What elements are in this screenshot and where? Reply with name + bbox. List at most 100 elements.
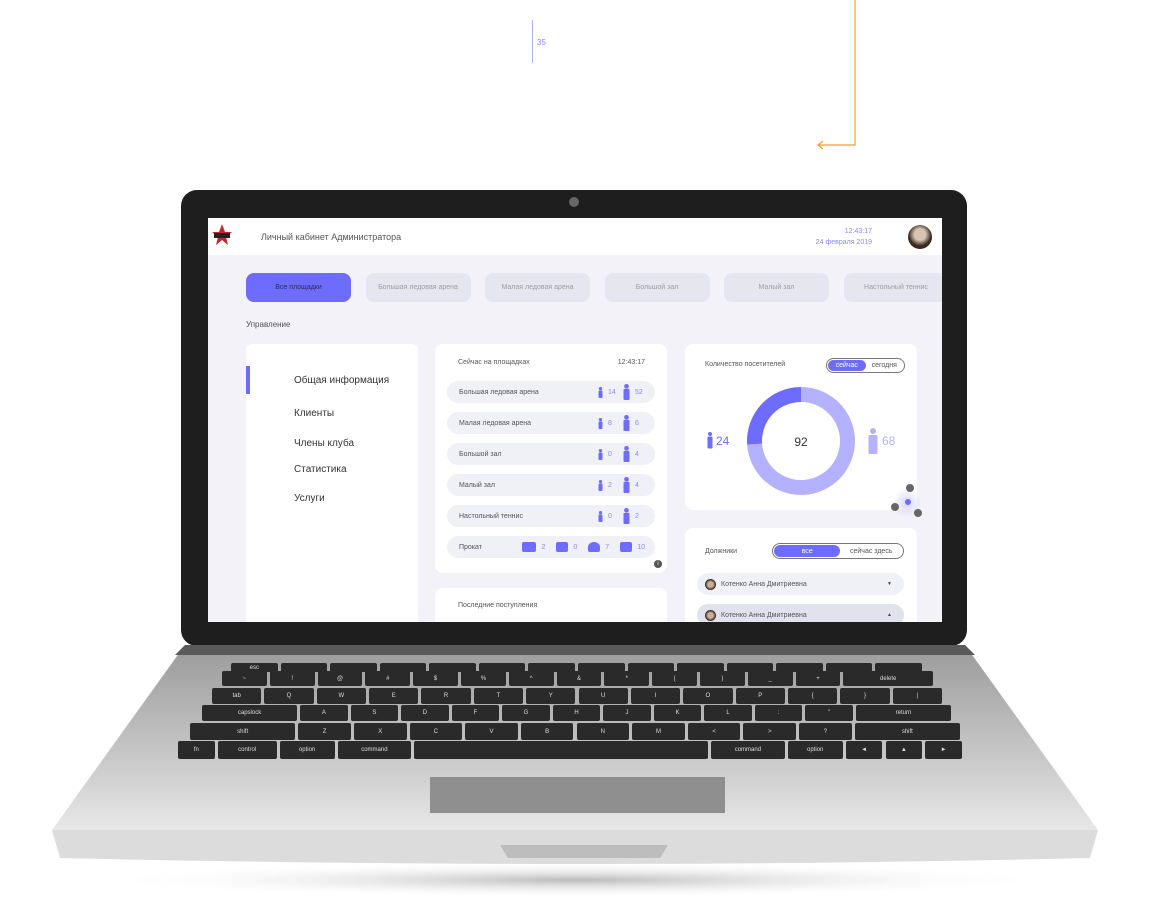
- header-time: 12:43:17: [844, 228, 872, 235]
- key: ▲: [885, 741, 923, 759]
- key-label: Y: [548, 693, 553, 699]
- venue-name: Настольный теннис: [459, 512, 523, 520]
- key-label: X: [378, 728, 383, 735]
- key-label: R: [443, 693, 449, 699]
- rental-row[interactable]: Прокат 2 0 7 10: [447, 536, 655, 558]
- key: H: [552, 705, 601, 721]
- venue-row[interactable]: Большая ледовая арена 14 52: [447, 381, 655, 403]
- key: shift: [190, 723, 296, 740]
- children-count: 0: [608, 450, 612, 458]
- sidebar-item[interactable]: Члены клуба: [294, 438, 354, 449]
- now-title: Сейчас на площадках: [458, 359, 530, 366]
- user-avatar[interactable]: [908, 225, 932, 249]
- key-label: O: [705, 693, 711, 699]
- key: ~: [222, 671, 267, 686]
- chevron-down-icon[interactable]: ▼: [887, 581, 892, 587]
- child-icon: [707, 432, 713, 449]
- key-label: shift: [901, 728, 913, 735]
- child-icon: [598, 417, 603, 429]
- download-icon[interactable]: [906, 484, 914, 492]
- venue-row[interactable]: Малая ледовая арена 8 6: [447, 412, 655, 434]
- adult-icon: [623, 508, 630, 524]
- key: shift: [854, 723, 960, 740]
- sidebar-item[interactable]: Услуги: [294, 493, 325, 504]
- toggle-now[interactable]: сейчас: [828, 360, 866, 371]
- donut-total: 92: [794, 435, 808, 449]
- adult-icon: [623, 415, 630, 431]
- debtor-name: Котенко Анна Дмитриевна: [721, 611, 807, 619]
- key: U: [578, 688, 628, 704]
- adults-count: 52: [635, 388, 643, 396]
- key-label: option: [298, 747, 316, 753]
- sidebar-item[interactable]: Общая информация: [294, 375, 389, 386]
- key-label: tab: [232, 693, 241, 699]
- key: tab: [212, 688, 262, 704]
- key: @: [317, 671, 363, 686]
- key-label: G: [523, 710, 529, 716]
- key-label: &: [576, 675, 581, 682]
- key: S: [350, 705, 399, 721]
- key: ): [700, 671, 745, 686]
- debtors-title: Должники: [705, 548, 738, 555]
- chevron-up-icon[interactable]: ▲: [887, 612, 892, 618]
- key: N: [576, 723, 630, 740]
- info-bubble-icon[interactable]: [905, 499, 911, 505]
- key: capslock: [202, 705, 298, 721]
- key-label: H: [574, 710, 579, 716]
- toggle-here[interactable]: сейчас здесь: [840, 545, 902, 557]
- jersey-icon: [556, 542, 569, 552]
- tab-venue[interactable]: Большая ледовая арена: [365, 273, 471, 302]
- adult-icon: [623, 477, 630, 493]
- key-label: #: [386, 675, 390, 682]
- key: X: [353, 723, 407, 740]
- key: <: [687, 723, 741, 740]
- key: _: [747, 671, 793, 686]
- key: (: [652, 671, 697, 686]
- key: T: [473, 688, 524, 704]
- toggle-today[interactable]: сегодня: [866, 360, 904, 371]
- venue-name: Малая ледовая арена: [459, 419, 532, 427]
- venue-row[interactable]: Настольный теннис 0 2: [447, 505, 655, 527]
- venue-row[interactable]: Малый зал 2 4: [447, 474, 655, 496]
- visitors-toggle: сейчас сегодня: [826, 358, 905, 373]
- key-label: N: [600, 728, 605, 735]
- key-label: K: [675, 710, 680, 716]
- debtor-item[interactable]: Котенко Анна Дмитриевна ▲: [697, 604, 904, 622]
- tab-venue[interactable]: Все площадки: [246, 273, 351, 302]
- key-label: :: [777, 710, 780, 716]
- key: $: [413, 671, 458, 686]
- skate-stick-icon: [522, 542, 537, 552]
- sidebar-item[interactable]: Клиенты: [294, 408, 334, 419]
- key: L: [704, 705, 752, 721]
- latest-card: Последние поступления: [435, 588, 667, 622]
- key-label: }: [863, 693, 866, 699]
- tab-venue[interactable]: Малый зал: [724, 273, 829, 302]
- key-label: M: [655, 728, 661, 735]
- adults-value: 68: [882, 434, 896, 448]
- toggle-all[interactable]: все: [774, 545, 841, 557]
- eye-icon[interactable]: [914, 509, 922, 517]
- tab-venue[interactable]: Большой зал: [604, 273, 710, 302]
- debtor-item[interactable]: Котенко Анна Дмитриевна ▼: [697, 573, 904, 595]
- debtors-toggle: все сейчас здесь: [772, 543, 904, 559]
- key: V: [465, 723, 518, 740]
- tab-venue[interactable]: Малая ледовая арена: [485, 273, 590, 302]
- key: G: [502, 705, 550, 721]
- key-label: ◄: [861, 747, 868, 753]
- key: command: [337, 741, 412, 759]
- rental-count: 0: [573, 543, 578, 551]
- key-label: command: [734, 747, 762, 753]
- tab-venue[interactable]: Настольный теннис: [843, 273, 942, 302]
- tab-label: Настольный теннис: [864, 284, 928, 291]
- header-title: Личный кабинет Администратора: [261, 232, 402, 242]
- key-label: U: [601, 693, 606, 699]
- chat-icon[interactable]: [891, 503, 899, 511]
- key: return: [855, 705, 951, 721]
- info-icon[interactable]: i: [654, 560, 662, 568]
- sidebar-item[interactable]: Статистика: [294, 464, 347, 475]
- venue-row[interactable]: Большой зал 0 4: [447, 443, 655, 465]
- now-time: 12:43:17: [617, 359, 645, 366]
- avatar: [705, 609, 716, 621]
- key: fn: [178, 741, 215, 759]
- key: control: [217, 741, 277, 759]
